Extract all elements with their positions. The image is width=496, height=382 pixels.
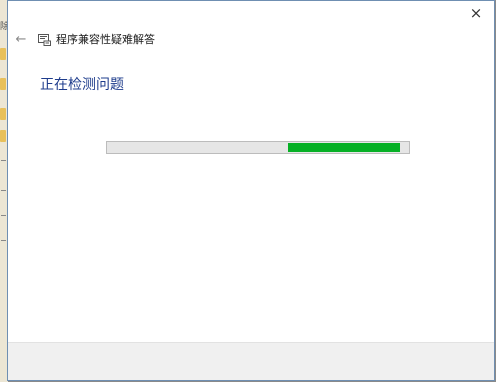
back-button[interactable]: ← [12, 29, 30, 51]
dialog-title: 程序兼容性疑难解答 [56, 33, 155, 46]
background-divider [1, 240, 6, 241]
page-heading: 正在检测问题 [40, 77, 124, 93]
close-icon: × [469, 4, 483, 22]
folder-icon [0, 108, 6, 120]
progress-bar [106, 141, 410, 154]
folder-icon [0, 78, 6, 90]
folder-icon [0, 48, 6, 60]
troubleshooter-icon [38, 34, 51, 46]
background-divider [1, 160, 6, 161]
folder-icon [0, 130, 6, 142]
close-button[interactable]: × [462, 2, 490, 24]
dialog-footer [8, 342, 494, 380]
background-divider [1, 215, 6, 216]
background-divider [1, 190, 6, 191]
navigation-bar: ← 程序兼容性疑难解答 [8, 29, 494, 53]
troubleshooter-dialog: × ← 程序兼容性疑难解答 正在检测问题 [7, 0, 495, 381]
progress-bar-fill [288, 143, 400, 152]
back-arrow-icon: ← [15, 32, 27, 47]
